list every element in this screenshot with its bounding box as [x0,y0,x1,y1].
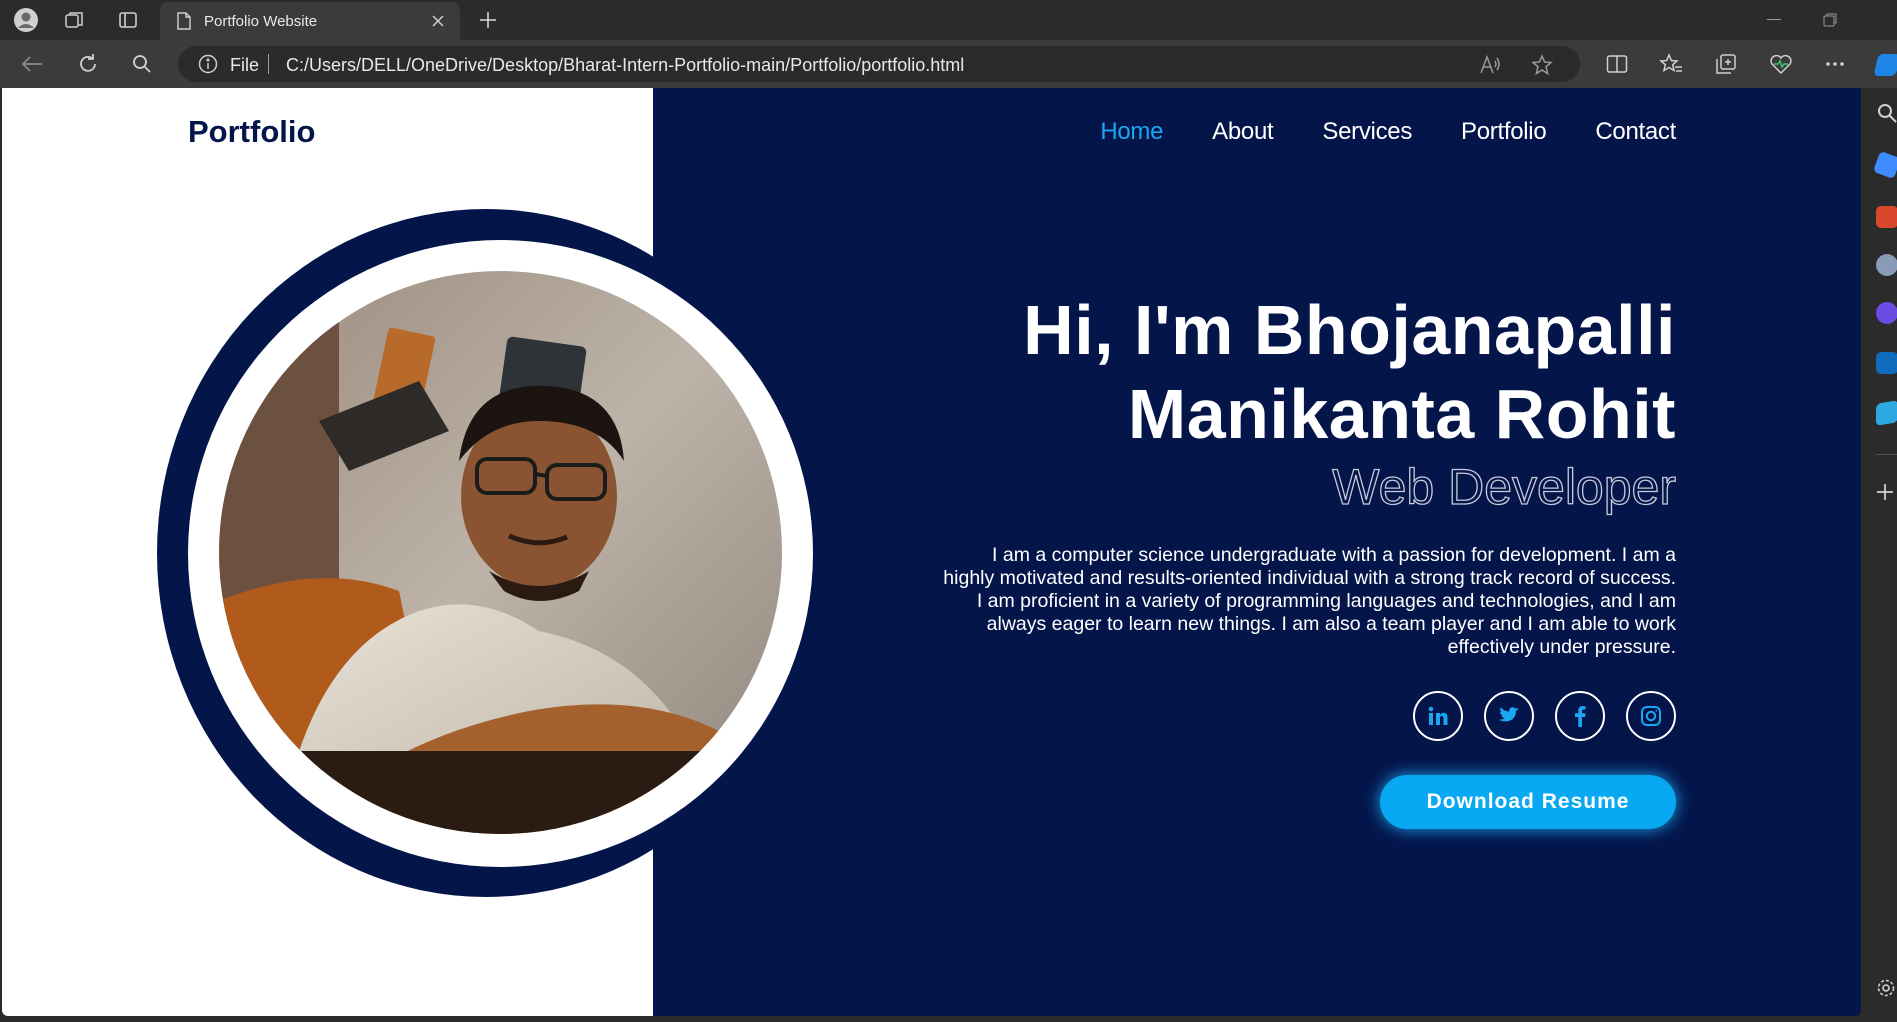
hero-name-line2: Manikanta Rohit [1127,375,1676,453]
tab-title: Portfolio Website [204,12,318,30]
people-icon[interactable] [1876,254,1897,276]
drop-icon[interactable] [1876,400,1897,426]
tab-portfolio-website[interactable]: Portfolio Website [160,2,460,40]
restore-icon[interactable] [1818,8,1842,32]
minimize-icon[interactable] [1762,8,1786,32]
profile-icon[interactable] [12,6,40,34]
browser-tab-bar: Portfolio Website [0,0,1897,40]
hero-name-line1: Hi, I'm Bhojanapalli [1023,291,1676,369]
back-icon[interactable] [18,50,46,78]
omnibox-divider [268,54,269,74]
split-screen-icon[interactable] [1604,51,1630,77]
collections-icon[interactable] [1713,51,1739,77]
tab-actions-icon[interactable] [114,6,142,34]
hero-role: Web Developer [1332,459,1677,515]
twitter-icon[interactable] [1484,691,1534,741]
facebook-icon[interactable] [1555,691,1605,741]
hero-title: Hi, I'm Bhojanapalli Manikanta Rohit [776,288,1676,456]
new-tab-icon[interactable] [474,6,502,34]
copilot-icon[interactable] [1873,54,1897,76]
social-links [776,691,1676,741]
main-nav: Home About Services Portfolio Contact [1051,118,1676,146]
add-icon[interactable] [1876,483,1897,505]
hero-description: I am a computer science undergraduate wi… [943,544,1676,658]
search-icon[interactable] [128,50,156,78]
browser-essentials-icon[interactable] [1768,51,1794,77]
favorites-icon[interactable] [1658,51,1684,77]
refresh-icon[interactable] [74,50,102,78]
search-icon[interactable] [1876,102,1897,124]
url-text[interactable]: C:/Users/DELL/OneDrive/Desktop/Bharat-In… [286,55,964,76]
edge-sidebar [1862,54,1897,1022]
address-bar[interactable]: File C:/Users/DELL/OneDrive/Desktop/Bhar… [178,46,1580,82]
instagram-icon[interactable] [1626,691,1676,741]
sidebar-divider [1876,454,1897,455]
nav-services[interactable]: Services [1322,118,1412,146]
settings-gear-icon[interactable] [1876,978,1897,1000]
page-icon [177,12,191,30]
favorite-star-icon[interactable] [1530,53,1554,77]
hero-section: Hi, I'm Bhojanapalli Manikanta Rohit Web… [776,288,1677,829]
linkedin-icon[interactable] [1413,691,1463,741]
read-aloud-icon[interactable] [1478,53,1502,77]
outlook-icon[interactable] [1876,352,1897,374]
site-logo[interactable]: Portfolio [188,114,315,150]
workspaces-icon[interactable] [60,6,88,34]
shopping-tag-icon[interactable] [1872,150,1897,180]
url-scheme-label: File [230,55,260,75]
download-resume-button[interactable]: Download Resume [1380,775,1676,829]
nav-contact[interactable]: Contact [1595,118,1676,146]
close-tab-icon[interactable] [428,11,448,31]
profile-photo [219,271,782,834]
more-options-icon[interactable] [1822,51,1848,77]
nav-home[interactable]: Home [1100,118,1163,146]
tools-icon[interactable] [1876,206,1897,228]
info-icon[interactable] [198,54,218,74]
nav-about[interactable]: About [1212,118,1274,146]
page-viewport: Portfolio Home About Services Portfolio … [2,88,1861,1016]
games-icon[interactable] [1876,302,1897,324]
nav-portfolio[interactable]: Portfolio [1461,118,1547,146]
address-toolbar: File C:/Users/DELL/OneDrive/Desktop/Bhar… [0,40,1897,88]
